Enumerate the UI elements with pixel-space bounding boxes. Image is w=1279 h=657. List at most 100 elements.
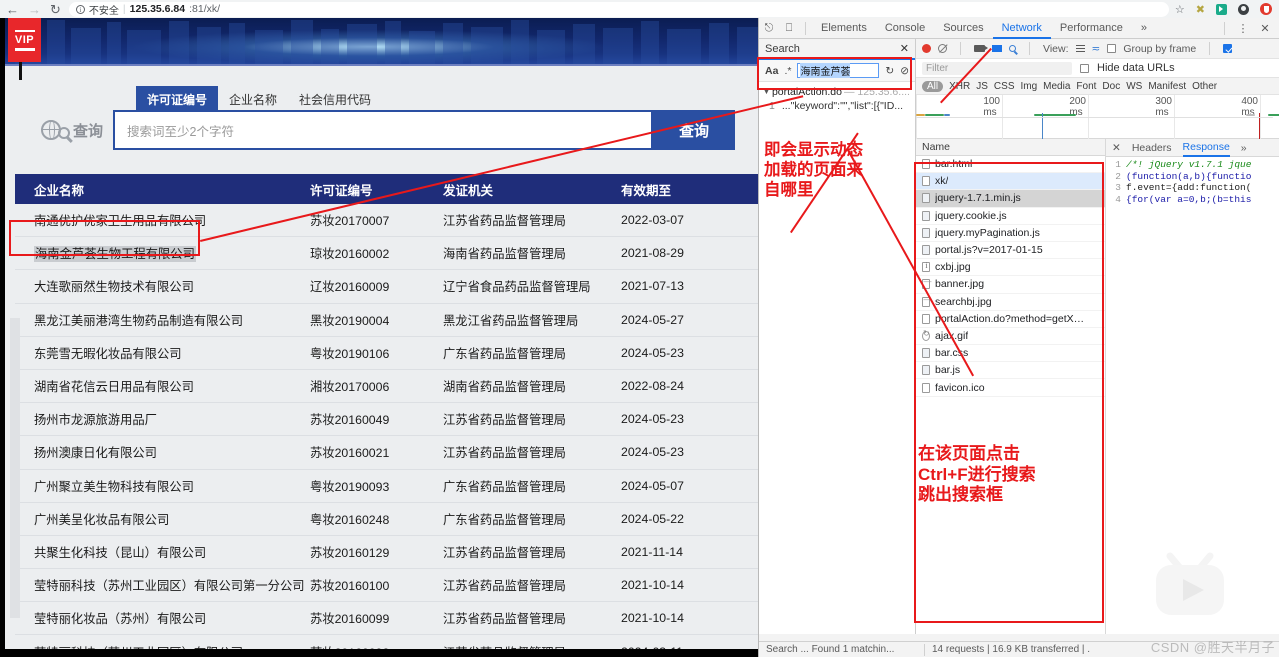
group-by-frame-checkbox[interactable] <box>1107 44 1117 53</box>
inspect-element-icon[interactable]: ⎋ <box>759 22 779 35</box>
cell-expiry: 2021-07-13 <box>621 279 684 294</box>
tab-headers[interactable]: Headers <box>1132 142 1172 154</box>
device-toolbar-icon[interactable]: ⎕ <box>779 22 799 35</box>
type-filter-img[interactable]: Img <box>1020 81 1037 92</box>
back-arrow-icon[interactable]: ← <box>6 3 19 16</box>
filter-funnel-icon[interactable] <box>992 45 1002 52</box>
bookmark-star-icon[interactable]: ☆ <box>1175 3 1185 16</box>
table-row[interactable]: 莹特丽科技（苏州工业园区）有限公司第一分公司 苏妆20160100 江苏省药品监督管… <box>15 569 758 603</box>
reload-icon[interactable]: ↻ <box>50 3 61 16</box>
request-list-item[interactable]: jquery.cookie.js <box>916 208 1105 225</box>
type-filter-other[interactable]: Other <box>1192 81 1217 92</box>
request-list-item[interactable]: cxbj.jpg <box>916 259 1105 277</box>
regex-button[interactable]: .* <box>784 65 791 77</box>
tab-company-name[interactable]: 企业名称 <box>218 86 288 113</box>
tab-elements[interactable]: Elements <box>812 18 876 39</box>
search-query-input[interactable]: 海南金芦荟 <box>797 63 880 78</box>
table-row[interactable]: 海南金芦荟生物工程有限公司 琼妆20160002 海南省药品监督管理局 2021-08… <box>15 237 758 271</box>
tab-license-number[interactable]: 许可证编号 <box>136 86 219 113</box>
search-drawer-header: Search ✕ <box>759 39 915 60</box>
request-list-item[interactable]: bar.js <box>916 362 1105 380</box>
request-list-item[interactable]: bar.html <box>916 156 1105 174</box>
cell-expiry: 2021-11-14 <box>621 544 683 559</box>
close-icon[interactable]: ✕ <box>1255 22 1275 35</box>
type-filter-js[interactable]: JS <box>976 81 988 92</box>
table-row[interactable]: 莹特丽化妆品（苏州）有限公司 苏妆20160099 江苏省药品监督管理局 2021-1… <box>15 602 758 636</box>
cell-authority: 江苏省药品监督管理局 <box>443 579 566 594</box>
file-type-icon <box>922 193 930 204</box>
profile-avatar-icon[interactable] <box>1238 3 1249 15</box>
close-icon[interactable]: ✕ <box>900 42 909 55</box>
update-badge-icon[interactable] <box>1260 3 1272 15</box>
close-icon[interactable]: ✕ <box>1112 142 1121 154</box>
tab-performance[interactable]: Performance <box>1051 18 1132 39</box>
table-row[interactable]: 湖南省花信云日用品有限公司 湘妆20170006 湖南省药品监督管理局 2022-08… <box>15 369 758 404</box>
table-row[interactable]: 黑龙江美丽港湾生物药品制造有限公司 黑妆20190004 黑龙江省药品监督管理局 20… <box>15 303 758 337</box>
camera-icon[interactable] <box>974 45 988 52</box>
forward-arrow-icon[interactable]: → <box>28 3 41 16</box>
tab-social-credit-code[interactable]: 社会信用代码 <box>288 86 382 113</box>
tabbar-divider-2 <box>1224 21 1225 35</box>
preserve-log-checkbox[interactable] <box>1223 44 1233 53</box>
chevron-double-right-icon[interactable]: » <box>1132 18 1156 39</box>
search-input[interactable]: 搜索词至少2个字符 <box>113 110 654 150</box>
table-row[interactable]: 大连歌丽然生物技术有限公司 辽妆20160009 辽宁省食品药品监督管理局 2021-… <box>15 270 758 304</box>
type-filter-manifest[interactable]: Manifest <box>1148 81 1186 92</box>
table-row[interactable]: 扬州澳康日化有限公司 苏妆20160021 江苏省药品监督管理局 2024-05-23 <box>15 436 758 470</box>
cell-expiry: 2024-05-07 <box>621 478 684 493</box>
cell-license: 粤妆20190106 <box>310 346 390 361</box>
site-info-icon[interactable]: i <box>75 4 85 14</box>
request-list-item[interactable]: portal.js?v=2017-01-15 <box>916 242 1105 260</box>
cell-expiry: 2021-10-14 <box>621 611 684 626</box>
request-list-item[interactable]: favicon.ico <box>916 379 1105 397</box>
type-filter-doc[interactable]: Doc <box>1102 81 1120 92</box>
cell-authority: 湖南省药品监督管理局 <box>443 380 566 395</box>
request-list-item[interactable]: jquery-1.7.1.min.js <box>916 190 1105 208</box>
table-row[interactable]: 扬州市龙源旅游用品厂 苏妆20160049 江苏省药品监督管理局 2024-05-23 <box>15 403 758 437</box>
clear-button[interactable] <box>938 44 947 53</box>
tab-console[interactable]: Console <box>876 18 934 39</box>
list-view-icon[interactable] <box>1075 44 1085 53</box>
type-filter-css[interactable]: CSS <box>994 81 1015 92</box>
type-filter-all[interactable]: All <box>922 80 944 92</box>
clear-icon[interactable]: ⊘ <box>900 65 909 77</box>
record-button[interactable] <box>922 44 931 53</box>
request-list-item[interactable]: searchbj.jpg <box>916 294 1105 311</box>
extension-icon[interactable]: ✖ <box>1196 3 1205 16</box>
search-result-file[interactable]: ▼ portalAction.do — 125.35.6.... <box>759 85 915 99</box>
toolbar-divider <box>960 42 961 55</box>
network-filter-input[interactable]: Filter <box>922 61 1072 75</box>
tab-network[interactable]: Network <box>992 18 1051 39</box>
type-filter-font[interactable]: Font <box>1076 81 1096 92</box>
cell-company: 莹特丽科技（苏州工业园区）有限公司第一分公司 <box>34 579 305 594</box>
type-filter-ws[interactable]: WS <box>1126 81 1142 92</box>
match-case-button[interactable]: Aa <box>765 65 778 77</box>
type-filter-media[interactable]: Media <box>1043 81 1070 92</box>
address-bar[interactable]: i 不安全 | 125.35.6.84:81/xk/ <box>68 1 1169 17</box>
request-name: jquery-1.7.1.min.js <box>935 192 1021 205</box>
request-list-item[interactable]: banner.jpg <box>916 276 1105 294</box>
chevron-down-icon[interactable]: ▼ <box>763 89 770 96</box>
request-list-item[interactable]: jquery.myPagination.js <box>916 225 1105 242</box>
table-row[interactable]: 南通优护优家卫生用品有限公司 苏妆20170007 江苏省药品监督管理局 2022-0… <box>15 204 758 238</box>
kebab-menu-icon[interactable]: ⋮ <box>1233 22 1253 35</box>
table-row[interactable]: 东莞雪无暇化妆品有限公司 粤妆20190106 广东省药品监督管理局 2024-05-… <box>15 336 758 370</box>
chevron-double-right-icon[interactable]: » <box>1241 142 1247 154</box>
waterfall-view-icon[interactable]: ≂ <box>1092 43 1101 55</box>
search-status-text: Search ... Found 1 matchin... <box>766 644 895 655</box>
hide-data-urls-checkbox[interactable] <box>1080 63 1089 73</box>
cell-license: 黑妆20190004 <box>310 313 390 328</box>
tab-response[interactable]: Response <box>1182 139 1230 157</box>
request-list-item[interactable]: ajax.gif <box>916 328 1105 346</box>
tab-sources[interactable]: Sources <box>934 18 992 39</box>
search-icon[interactable] <box>1009 45 1016 52</box>
refresh-icon[interactable]: ↻ <box>885 65 894 77</box>
request-list-item[interactable]: bar.css <box>916 345 1105 363</box>
request-name: bar.js <box>935 364 961 377</box>
request-list-item[interactable]: xk/ <box>916 173 1105 191</box>
url-path: :81/xk/ <box>189 3 221 15</box>
table-row[interactable]: 共聚生化科技（昆山）有限公司 苏妆20160129 江苏省药品监督管理局 2021-1… <box>15 535 758 570</box>
table-row[interactable]: 广州美呈化妆品有限公司 粤妆20160248 广东省药品监督管理局 2024-05-2… <box>15 502 758 536</box>
green-app-icon[interactable] <box>1216 3 1227 15</box>
table-row[interactable]: 广州聚立美生物科技有限公司 粤妆20190093 广东省药品监督管理局 2024-05… <box>15 469 758 503</box>
